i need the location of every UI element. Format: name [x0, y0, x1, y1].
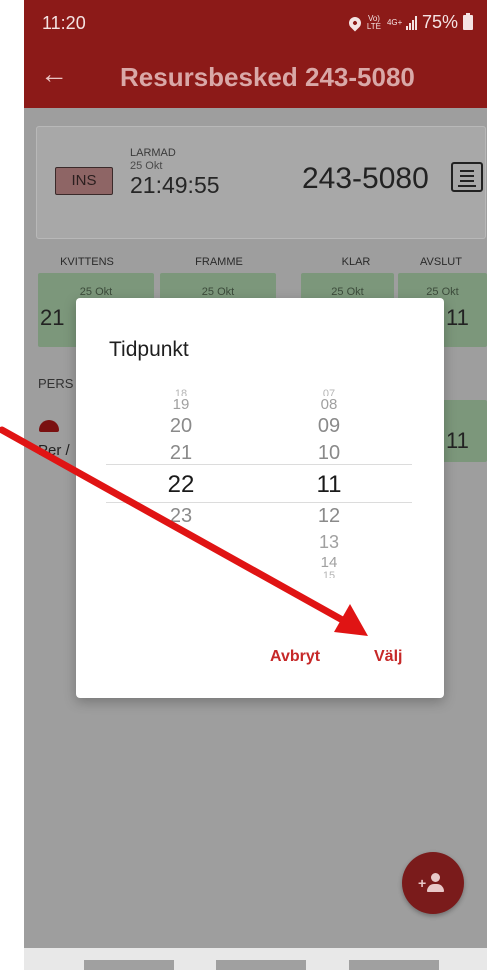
dialog-title: Tidpunkt: [109, 338, 189, 361]
nav-home-button[interactable]: [216, 960, 306, 970]
status-bar: 11:20 Vo) LTE 4G+ 75%: [24, 0, 487, 44]
tile-time: 11: [446, 428, 469, 453]
back-arrow-icon[interactable]: ←: [40, 60, 68, 88]
column-label-framme: FRAMME: [195, 256, 243, 268]
resource-card: INS LARMAD 25 Okt 21:49:55 243-5080: [36, 126, 486, 239]
alarm-label: LARMAD: [130, 147, 176, 159]
tile-date: 25 Okt: [201, 286, 235, 298]
minute-option[interactable]: 12: [299, 505, 359, 528]
system-nav-bar: [24, 948, 487, 970]
person-icon: [431, 873, 440, 882]
column-label-klar: KLAR: [341, 256, 371, 268]
hour-option[interactable]: 21: [151, 442, 211, 465]
personnel-section-label: PERS: [38, 376, 74, 391]
cancel-button[interactable]: Avbryt: [270, 648, 320, 666]
battery-icon: [463, 13, 473, 30]
nav-back-button[interactable]: [349, 960, 439, 970]
personnel-name[interactable]: Per /: [38, 442, 70, 459]
hour-option[interactable]: 19: [151, 396, 211, 413]
minute-option[interactable]: 08: [299, 396, 359, 413]
tile-date: 25 Okt: [79, 286, 113, 298]
status-time: 11:20: [42, 13, 86, 33]
tile-date: 25 Okt: [426, 286, 459, 298]
column-label-avslut: AVSLUT: [420, 256, 462, 268]
signal-icon: [405, 15, 417, 30]
helmet-icon: [39, 420, 59, 432]
phone-screen: 11:20 Vo) LTE 4G+ 75% ← Resursbesked 243…: [24, 0, 487, 970]
column-label-kvittens: KVITTENS: [60, 256, 114, 268]
hour-option[interactable]: 23: [151, 505, 211, 528]
hour-option-selected[interactable]: 22: [151, 471, 211, 499]
minute-option[interactable]: 13: [299, 532, 359, 553]
add-person-button[interactable]: +: [402, 852, 464, 914]
volte-icon: Vo) LTE: [366, 13, 381, 31]
alarm-date: 25 Okt: [130, 160, 163, 172]
plus-icon: +: [418, 875, 427, 891]
selection-line-bottom: [106, 502, 412, 503]
minute-option[interactable]: 15: [299, 570, 359, 578]
app-bar: ← Resursbesked 243-5080: [24, 44, 487, 108]
resource-number: 243-5080: [302, 162, 429, 195]
status-icons: Vo) LTE 4G+ 75%: [346, 12, 473, 33]
page-title: Resursbesked 243-5080: [120, 62, 415, 92]
location-icon: [346, 14, 364, 31]
alarm-time: 21:49:55: [130, 172, 220, 198]
document-icon[interactable]: [451, 162, 483, 192]
status-badge: INS: [55, 167, 113, 195]
tile-date: 25 Okt: [331, 286, 364, 298]
minute-option[interactable]: 14: [299, 554, 359, 571]
nav-recents-button[interactable]: [84, 960, 174, 970]
minute-option[interactable]: 09: [299, 415, 359, 438]
minute-option-selected[interactable]: 11: [299, 471, 359, 499]
hour-option[interactable]: 20: [151, 415, 211, 438]
tile-time: 21: [40, 305, 65, 330]
hour-option[interactable]: 18: [151, 388, 211, 396]
minute-option[interactable]: 10: [299, 442, 359, 465]
minute-option[interactable]: 07: [299, 388, 359, 396]
confirm-button[interactable]: Välj: [374, 648, 402, 666]
network-type: 4G+: [386, 17, 403, 27]
tile-time: 11: [446, 305, 469, 330]
time-picker-dialog: Tidpunkt 18 19 20 21 22 23 07 08 09 10 1…: [76, 298, 444, 698]
battery-level: 75%: [421, 12, 458, 32]
